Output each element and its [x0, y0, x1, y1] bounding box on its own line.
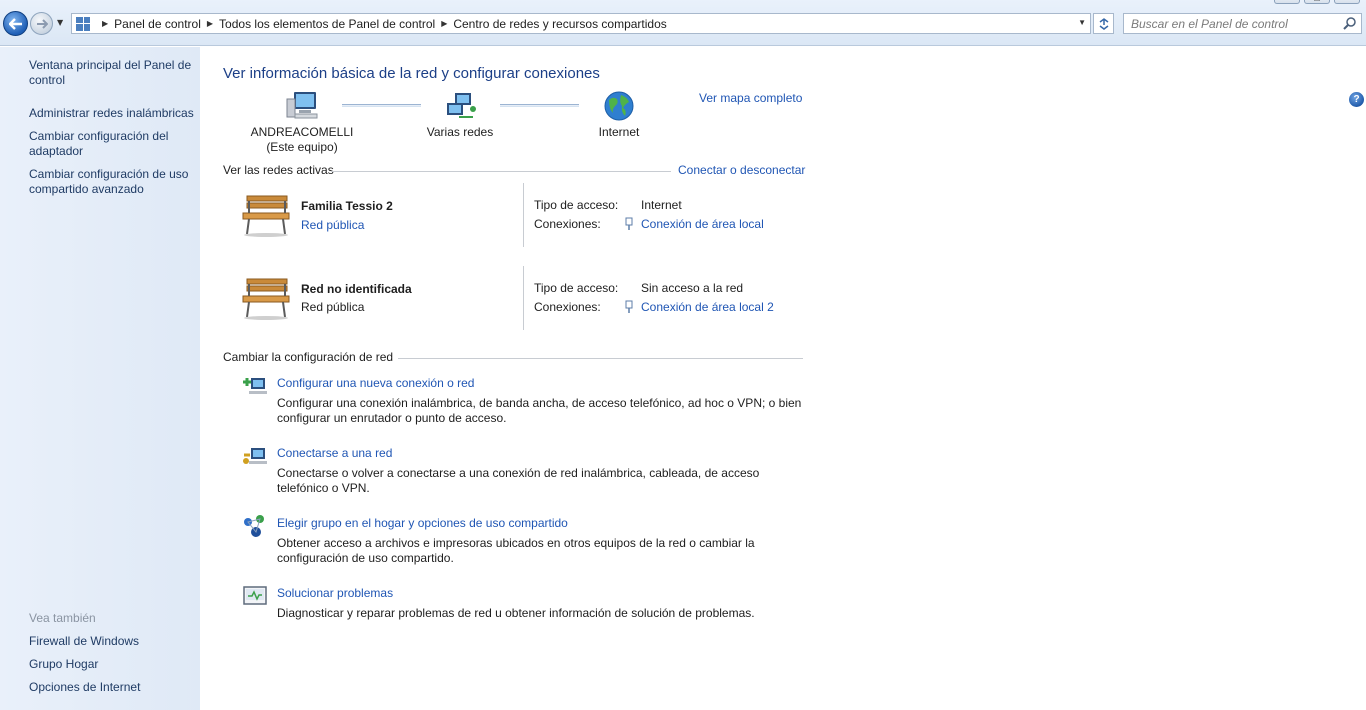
close-button[interactable]: ✕ — [1334, 0, 1360, 4]
maximize-button[interactable]: □ — [1304, 0, 1330, 4]
new-connection-icon — [243, 378, 267, 394]
computer-name: ANDREACOMELLI — [250, 125, 354, 139]
homegroup-icon — [244, 515, 264, 537]
connect-disconnect-link[interactable]: Conectar o desconectar — [678, 163, 805, 177]
access-type-value: Internet — [641, 198, 682, 212]
task-new-connection-link[interactable]: Configurar una nueva conexión o red — [277, 376, 474, 390]
computer-label: ANDREACOMELLI (Este equipo) — [242, 125, 362, 155]
change-settings-heading: Cambiar la configuración de red — [223, 350, 394, 364]
public-network-bench-icon — [242, 195, 290, 237]
task-connect-link[interactable]: Conectarse a una red — [277, 446, 392, 460]
active-networks-heading: Ver las redes activas — [223, 163, 334, 177]
multiple-networks-icon — [447, 93, 476, 118]
search-icon[interactable] — [1343, 16, 1357, 30]
network-type: Red pública — [301, 300, 365, 314]
network-type-link[interactable]: Red pública — [301, 218, 364, 232]
task-description: Conectarse o volver a conectarse a una c… — [277, 466, 760, 495]
arrow-left-icon — [8, 17, 22, 30]
sidebar-link-wireless-networks[interactable]: Administrar redes inalámbricas — [29, 106, 197, 121]
back-button[interactable] — [3, 11, 28, 36]
map-connector — [500, 104, 579, 107]
access-type-label: Tipo de acceso: — [534, 198, 619, 212]
connection-link[interactable]: Conexión de área local 2 — [641, 300, 774, 314]
see-also-heading: Vea también — [29, 611, 96, 625]
refresh-icon — [1099, 17, 1108, 30]
ethernet-plug-icon — [625, 300, 633, 313]
page-title: Ver información básica de la red y confi… — [223, 65, 600, 82]
connect-network-icon — [243, 448, 267, 464]
refresh-button[interactable] — [1093, 13, 1114, 34]
search-box[interactable] — [1123, 13, 1362, 34]
sidebar-link-homegroup[interactable]: Grupo Hogar — [29, 657, 197, 672]
access-type-label: Tipo de acceso: — [534, 281, 619, 295]
task-description: Configurar una conexión inalámbrica, de … — [277, 396, 802, 425]
navigation-bar: — □ ✕ ▼ ▶ Panel de control ▶ Todos los e… — [0, 0, 1366, 46]
forward-button[interactable] — [30, 12, 53, 35]
chevron-down-icon[interactable]: ▼ — [1078, 18, 1086, 27]
main-content: ? Ver información básica de la red y con… — [201, 47, 1366, 710]
search-input[interactable] — [1124, 14, 1334, 33]
chevron-right-icon[interactable]: ▶ — [102, 19, 108, 28]
network-divider — [523, 266, 524, 330]
troubleshoot-icon — [243, 586, 267, 605]
sidebar: Ventana principal del Panel de control A… — [0, 47, 200, 710]
computer-subtitle: (Este equipo) — [266, 140, 338, 154]
sidebar-link-panel-home[interactable]: Ventana principal del Panel de control — [29, 58, 197, 88]
map-connector — [342, 104, 421, 107]
networks-label: Varias redes — [426, 125, 494, 139]
breadcrumb-todos-los-elementos[interactable]: Todos los elementos de Panel de control — [219, 17, 435, 31]
address-bar[interactable]: ▶ Panel de control ▶ Todos los elementos… — [71, 13, 1091, 34]
sidebar-link-internet-options[interactable]: Opciones de Internet — [29, 680, 197, 695]
minimize-button[interactable]: — — [1274, 0, 1300, 4]
task-description: Diagnosticar y reparar problemas de red … — [277, 606, 755, 620]
help-icon[interactable]: ? — [1349, 92, 1364, 107]
ethernet-plug-icon — [625, 217, 633, 230]
breadcrumb-centro-de-redes[interactable]: Centro de redes y recursos compartidos — [453, 17, 666, 31]
network-name: Red no identificada — [301, 282, 412, 296]
breadcrumb-panel-de-control[interactable]: Panel de control — [114, 17, 201, 31]
sidebar-link-firewall[interactable]: Firewall de Windows — [29, 634, 197, 649]
network-name: Familia Tessio 2 — [301, 199, 393, 213]
chevron-right-icon[interactable]: ▶ — [207, 19, 213, 28]
globe-icon — [604, 91, 634, 121]
computer-icon — [286, 92, 318, 119]
network-divider — [523, 183, 524, 247]
arrow-right-icon — [36, 18, 48, 29]
task-troubleshoot-link[interactable]: Solucionar problemas — [277, 586, 393, 600]
access-type-value: Sin acceso a la red — [641, 281, 744, 295]
internet-label: Internet — [598, 125, 640, 139]
chevron-right-icon[interactable]: ▶ — [441, 19, 447, 28]
connections-label: Conexiones: — [534, 300, 601, 314]
section-divider — [331, 171, 671, 172]
window-controls: — □ ✕ — [1274, 0, 1360, 4]
control-panel-icon — [76, 16, 90, 31]
connection-link[interactable]: Conexión de área local — [641, 217, 764, 231]
task-homegroup-link[interactable]: Elegir grupo en el hogar y opciones de u… — [277, 516, 568, 530]
section-divider — [398, 358, 803, 359]
connections-label: Conexiones: — [534, 217, 601, 231]
history-dropdown[interactable]: ▼ — [57, 18, 67, 28]
sidebar-link-adapter-settings[interactable]: Cambiar configuración del adaptador — [29, 129, 197, 159]
public-network-bench-icon — [242, 278, 290, 320]
full-map-link[interactable]: Ver mapa completo — [699, 91, 802, 105]
task-description: Obtener acceso a archivos e impresoras u… — [277, 536, 755, 565]
sidebar-link-advanced-sharing[interactable]: Cambiar configuración de uso compartido … — [29, 167, 197, 197]
